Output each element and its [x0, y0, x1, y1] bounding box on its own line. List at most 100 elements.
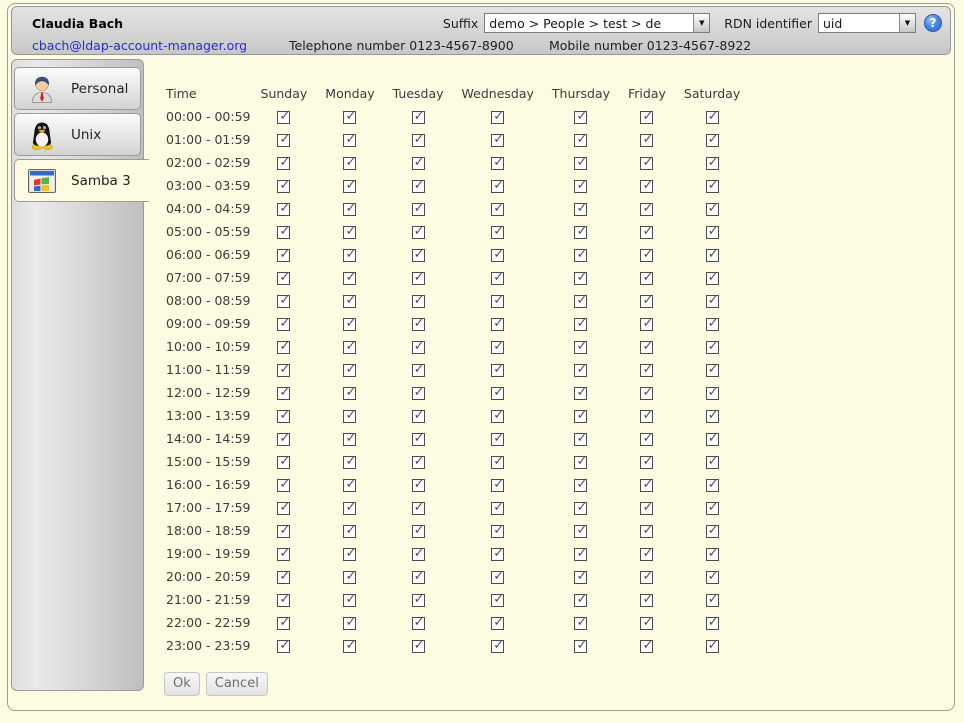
hour-checkbox[interactable]: [412, 617, 425, 630]
hour-checkbox[interactable]: [343, 249, 356, 262]
hour-checkbox[interactable]: [412, 456, 425, 469]
hour-checkbox[interactable]: [574, 433, 587, 446]
hour-checkbox[interactable]: [491, 571, 504, 584]
hour-checkbox[interactable]: [343, 502, 356, 515]
hour-checkbox[interactable]: [706, 341, 719, 354]
hour-checkbox[interactable]: [491, 318, 504, 331]
cancel-button[interactable]: Cancel: [206, 672, 268, 696]
hour-checkbox[interactable]: [412, 134, 425, 147]
hour-checkbox[interactable]: [706, 387, 719, 400]
hour-checkbox[interactable]: [491, 410, 504, 423]
hour-checkbox[interactable]: [574, 617, 587, 630]
tab-personal[interactable]: Personal: [14, 67, 141, 110]
hour-checkbox[interactable]: [640, 502, 653, 515]
hour-checkbox[interactable]: [706, 571, 719, 584]
hour-checkbox[interactable]: [640, 249, 653, 262]
hour-checkbox[interactable]: [640, 341, 653, 354]
hour-checkbox[interactable]: [706, 456, 719, 469]
hour-checkbox[interactable]: [277, 249, 290, 262]
hour-checkbox[interactable]: [491, 249, 504, 262]
hour-checkbox[interactable]: [640, 640, 653, 653]
hour-checkbox[interactable]: [574, 410, 587, 423]
hour-checkbox[interactable]: [412, 548, 425, 561]
hour-checkbox[interactable]: [706, 157, 719, 170]
hour-checkbox[interactable]: [706, 433, 719, 446]
hour-checkbox[interactable]: [277, 525, 290, 538]
hour-checkbox[interactable]: [491, 502, 504, 515]
hour-checkbox[interactable]: [277, 295, 290, 308]
hour-checkbox[interactable]: [640, 594, 653, 607]
hour-checkbox[interactable]: [574, 249, 587, 262]
hour-checkbox[interactable]: [706, 410, 719, 423]
hour-checkbox[interactable]: [412, 594, 425, 607]
hour-checkbox[interactable]: [491, 548, 504, 561]
hour-checkbox[interactable]: [343, 203, 356, 216]
hour-checkbox[interactable]: [574, 502, 587, 515]
hour-checkbox[interactable]: [640, 571, 653, 584]
hour-checkbox[interactable]: [640, 364, 653, 377]
hour-checkbox[interactable]: [574, 295, 587, 308]
hour-checkbox[interactable]: [491, 111, 504, 124]
hour-checkbox[interactable]: [706, 479, 719, 492]
hour-checkbox[interactable]: [412, 341, 425, 354]
hour-checkbox[interactable]: [574, 111, 587, 124]
hour-checkbox[interactable]: [412, 249, 425, 262]
ok-button[interactable]: Ok: [164, 672, 200, 696]
hour-checkbox[interactable]: [277, 364, 290, 377]
hour-checkbox[interactable]: [277, 111, 290, 124]
hour-checkbox[interactable]: [640, 157, 653, 170]
hour-checkbox[interactable]: [277, 502, 290, 515]
hour-checkbox[interactable]: [640, 134, 653, 147]
hour-checkbox[interactable]: [706, 226, 719, 239]
hour-checkbox[interactable]: [574, 479, 587, 492]
hour-checkbox[interactable]: [574, 548, 587, 561]
hour-checkbox[interactable]: [491, 295, 504, 308]
hour-checkbox[interactable]: [412, 479, 425, 492]
hour-checkbox[interactable]: [343, 617, 356, 630]
hour-checkbox[interactable]: [491, 525, 504, 538]
hour-checkbox[interactable]: [412, 295, 425, 308]
hour-checkbox[interactable]: [640, 318, 653, 331]
hour-checkbox[interactable]: [491, 387, 504, 400]
hour-checkbox[interactable]: [277, 640, 290, 653]
hour-checkbox[interactable]: [640, 617, 653, 630]
hour-checkbox[interactable]: [574, 272, 587, 285]
hour-checkbox[interactable]: [412, 318, 425, 331]
hour-checkbox[interactable]: [343, 479, 356, 492]
hour-checkbox[interactable]: [706, 640, 719, 653]
hour-checkbox[interactable]: [706, 548, 719, 561]
hour-checkbox[interactable]: [277, 203, 290, 216]
hour-checkbox[interactable]: [706, 249, 719, 262]
hour-checkbox[interactable]: [277, 180, 290, 193]
hour-checkbox[interactable]: [706, 525, 719, 538]
hour-checkbox[interactable]: [343, 295, 356, 308]
hour-checkbox[interactable]: [412, 525, 425, 538]
hour-checkbox[interactable]: [491, 456, 504, 469]
hour-checkbox[interactable]: [640, 387, 653, 400]
hour-checkbox[interactable]: [277, 594, 290, 607]
tab-unix[interactable]: Unix: [14, 113, 141, 156]
hour-checkbox[interactable]: [491, 134, 504, 147]
hour-checkbox[interactable]: [277, 433, 290, 446]
hour-checkbox[interactable]: [412, 203, 425, 216]
hour-checkbox[interactable]: [491, 180, 504, 193]
hour-checkbox[interactable]: [277, 341, 290, 354]
tab-samba3[interactable]: Samba 3: [14, 159, 149, 202]
hour-checkbox[interactable]: [343, 226, 356, 239]
hour-checkbox[interactable]: [706, 617, 719, 630]
hour-checkbox[interactable]: [574, 180, 587, 193]
hour-checkbox[interactable]: [706, 272, 719, 285]
hour-checkbox[interactable]: [491, 157, 504, 170]
hour-checkbox[interactable]: [343, 456, 356, 469]
hour-checkbox[interactable]: [574, 640, 587, 653]
hour-checkbox[interactable]: [412, 272, 425, 285]
suffix-select[interactable]: demo > People > test > de ▼: [484, 13, 710, 33]
hour-checkbox[interactable]: [706, 111, 719, 124]
hour-checkbox[interactable]: [491, 341, 504, 354]
hour-checkbox[interactable]: [640, 111, 653, 124]
hour-checkbox[interactable]: [277, 571, 290, 584]
hour-checkbox[interactable]: [574, 387, 587, 400]
hour-checkbox[interactable]: [574, 525, 587, 538]
hour-checkbox[interactable]: [343, 318, 356, 331]
hour-checkbox[interactable]: [277, 134, 290, 147]
